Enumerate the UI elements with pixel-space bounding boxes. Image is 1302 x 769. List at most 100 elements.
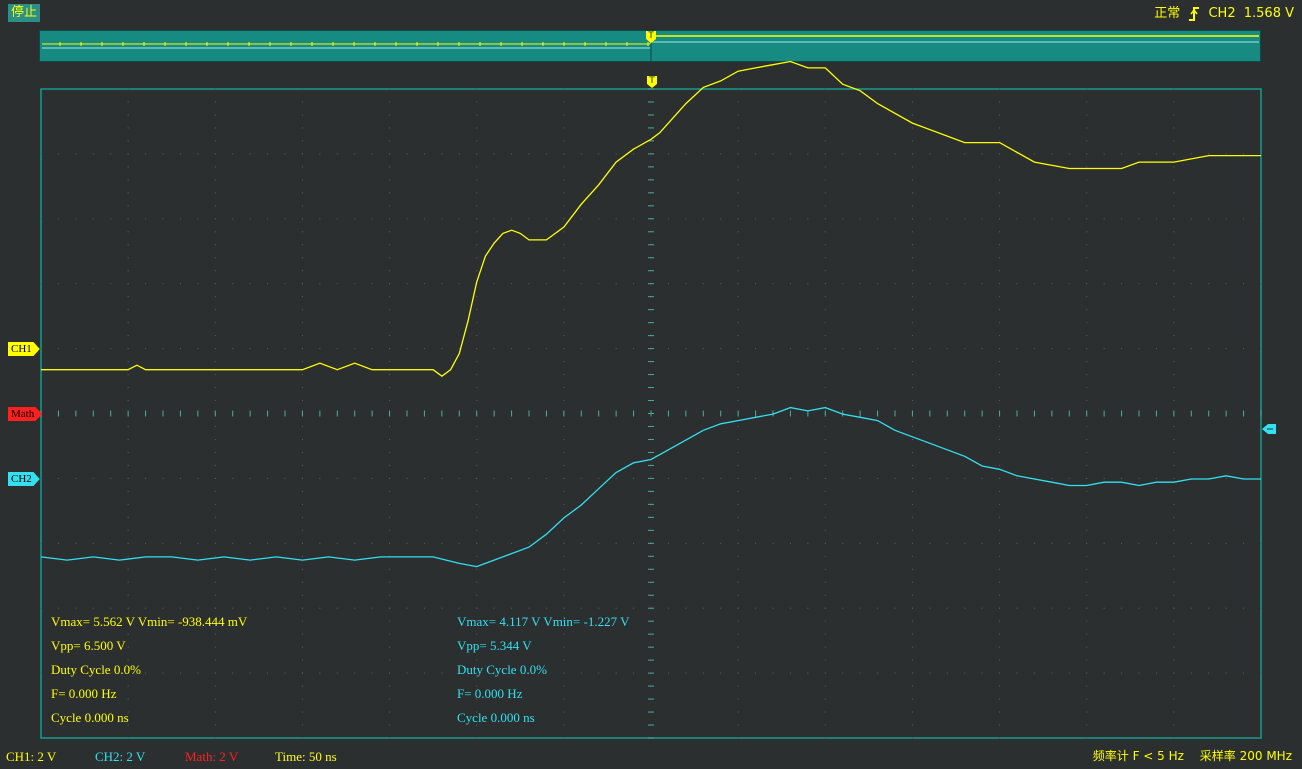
grid-dot <box>824 127 826 129</box>
grid-dot <box>1173 594 1175 596</box>
grid-dot <box>911 503 913 505</box>
grid-dot <box>267 283 269 285</box>
grid-dot <box>894 672 896 674</box>
grid-dot <box>1138 477 1140 479</box>
grid-dot <box>1155 348 1157 350</box>
grid-dot <box>92 477 94 479</box>
timebase[interactable]: Time: 50 ns <box>275 744 337 769</box>
ch1-marker[interactable]: CH1 <box>8 342 40 356</box>
grid-dot <box>545 607 547 609</box>
grid-dot <box>1121 348 1123 350</box>
grid-dot <box>859 607 861 609</box>
grid-dot <box>476 737 478 739</box>
grid-dot <box>1173 88 1175 90</box>
grid-dot <box>685 283 687 285</box>
grid-dot <box>389 607 391 609</box>
grid-dot <box>737 348 739 350</box>
grid-dot <box>301 477 303 479</box>
math-scale[interactable]: Math: 2 V <box>185 744 238 769</box>
grid-dot <box>423 672 425 674</box>
grid-dot <box>598 153 600 155</box>
grid-dot <box>354 348 356 350</box>
grid-dot <box>1260 153 1262 155</box>
grid-dot <box>1260 348 1262 350</box>
grid-dot <box>737 685 739 687</box>
grid-dot <box>911 179 913 181</box>
grid-dot <box>389 737 391 739</box>
ch2-duty-cycle: Duty Cycle 0.0% <box>457 662 547 677</box>
grid-dot <box>1016 283 1018 285</box>
grid-dot <box>685 607 687 609</box>
grid-dot <box>301 737 303 739</box>
grid-dot <box>476 594 478 596</box>
grid-dot <box>214 192 216 194</box>
grid-dot <box>824 646 826 648</box>
grid-dot <box>214 607 216 609</box>
grid-dot <box>301 114 303 116</box>
grid-dot <box>737 192 739 194</box>
grid-dot <box>737 425 739 427</box>
grid-dot <box>824 244 826 246</box>
grid-dot <box>1138 607 1140 609</box>
grid-dot <box>301 205 303 207</box>
grid-dot <box>999 477 1001 479</box>
grid-dot <box>894 607 896 609</box>
grid-dot <box>999 633 1001 635</box>
grid-dot <box>476 555 478 557</box>
grid-dot <box>1086 296 1088 298</box>
grid-dot <box>545 283 547 285</box>
grid-dot <box>336 672 338 674</box>
grid-dot <box>389 88 391 90</box>
grid-dot <box>301 529 303 531</box>
grid-dot <box>911 633 913 635</box>
grid-dot <box>1068 283 1070 285</box>
grid-dot <box>633 542 635 544</box>
grid-dot <box>615 218 617 220</box>
grid-dot <box>999 620 1001 622</box>
grid-dot <box>110 218 112 220</box>
grid-dot <box>1173 218 1175 220</box>
grid-dot <box>894 283 896 285</box>
grid-dot <box>476 153 478 155</box>
grid-dot <box>197 542 199 544</box>
grid-dot <box>214 387 216 389</box>
grid-dot <box>877 542 879 544</box>
grid-dot <box>214 464 216 466</box>
grid-dot <box>389 348 391 350</box>
grid-dot <box>301 140 303 142</box>
grid-dot <box>911 646 913 648</box>
grid-dot <box>511 218 513 220</box>
grid-dot <box>824 348 826 350</box>
grid-dot <box>999 114 1001 116</box>
grid-dot <box>999 296 1001 298</box>
grid-dot <box>755 348 757 350</box>
grid-dot <box>284 477 286 479</box>
grid-dot <box>476 490 478 492</box>
grid-dot <box>476 607 478 609</box>
grid-dot <box>441 607 443 609</box>
ch1-scale[interactable]: CH1: 2 V <box>6 744 56 769</box>
grid-dot <box>999 451 1001 453</box>
grid-dot <box>999 555 1001 557</box>
math-marker[interactable]: Math <box>8 407 43 421</box>
grid-dot <box>389 477 391 479</box>
grid-dot <box>667 348 669 350</box>
grid-dot <box>685 477 687 479</box>
grid-dot <box>249 672 251 674</box>
grid-dot <box>493 607 495 609</box>
grid-dot <box>40 283 42 285</box>
grid-dot <box>911 711 913 713</box>
grid-dot <box>563 166 565 168</box>
ch2-marker[interactable]: CH2 <box>8 472 40 486</box>
grid-dot <box>249 542 251 544</box>
ch2-scale[interactable]: CH2: 2 V <box>95 744 145 769</box>
grid-dot <box>1016 218 1018 220</box>
grid-dot <box>232 348 234 350</box>
grid-dot <box>423 477 425 479</box>
grid-dot <box>336 348 338 350</box>
grid-dot <box>685 153 687 155</box>
grid-dot <box>301 192 303 194</box>
grid-dot <box>598 542 600 544</box>
ch1-frequency: F= 0.000 Hz <box>51 686 117 701</box>
grid-dot <box>179 542 181 544</box>
